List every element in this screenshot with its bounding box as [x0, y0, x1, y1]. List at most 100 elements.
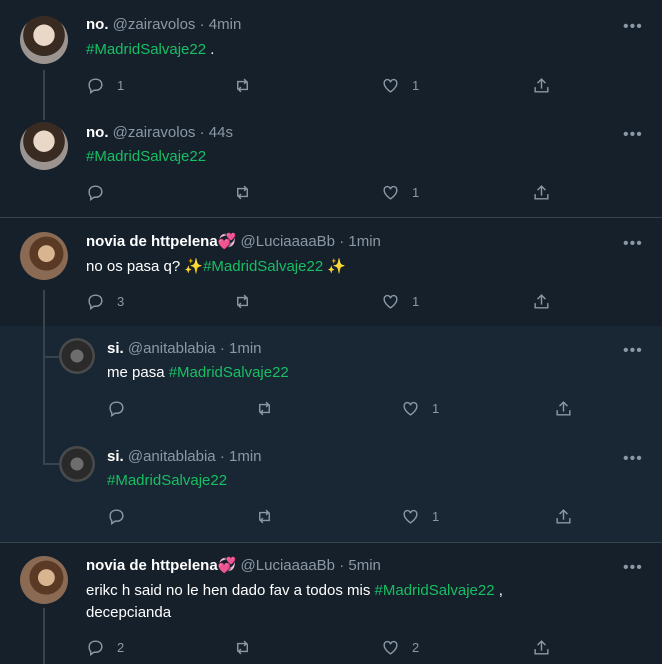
share-button[interactable] [554, 507, 573, 526]
reply-icon [88, 640, 103, 657]
avatar[interactable] [59, 446, 95, 482]
more-icon[interactable]: ••• [623, 127, 643, 143]
like-count: 1 [412, 185, 420, 200]
like-button[interactable]: 1 [381, 76, 419, 95]
reply-button[interactable] [107, 399, 138, 418]
handle[interactable]: @LuciaaaaBb [241, 557, 335, 574]
display-name[interactable]: no. [86, 124, 109, 141]
tweet-header: no. @zairavolos · 44s [86, 123, 233, 143]
reply-icon [88, 78, 103, 95]
tweet-header: novia de httpelena💞 @LuciaaaaBb · 5min [86, 556, 381, 576]
display-name[interactable]: si. [107, 448, 124, 465]
like-count: 1 [412, 294, 420, 309]
retweet-button[interactable] [255, 507, 286, 526]
timestamp[interactable]: 5min [348, 557, 381, 574]
timestamp[interactable]: 44s [209, 124, 233, 141]
hashtag-link[interactable]: #MadridSalvaje22 [203, 258, 323, 275]
reply-icon [88, 294, 103, 311]
retweet-button[interactable] [255, 399, 286, 418]
more-icon[interactable]: ••• [623, 560, 643, 576]
share-button[interactable] [532, 638, 551, 657]
like-count: 1 [412, 78, 420, 93]
timestamp[interactable]: 4min [209, 16, 242, 33]
display-name[interactable]: novia de httpelena💞 [86, 557, 236, 574]
tweet[interactable]: novia de httpelena💞 @LuciaaaaBb · 5min •… [0, 543, 662, 664]
reply-icon [109, 509, 124, 526]
avatar[interactable] [20, 122, 68, 170]
tweet-text: erikc h said no le hen dado fav a todos … [86, 581, 503, 601]
like-button[interactable]: 1 [401, 399, 439, 418]
tweet-text-prefix: me pasa [107, 364, 169, 381]
more-icon[interactable]: ••• [623, 236, 643, 252]
timestamp[interactable]: 1min [348, 233, 381, 250]
tweet-text: no os pasa q? ✨#MadridSalvaje22 ✨ [86, 257, 346, 277]
more-icon[interactable]: ••• [623, 19, 643, 35]
tweet-header: si. @anitablabia · 1min [107, 339, 262, 359]
like-button[interactable]: 1 [381, 292, 419, 311]
reply-count: 3 [117, 294, 125, 309]
display-name[interactable]: novia de httpelena💞 [86, 233, 236, 250]
avatar[interactable] [20, 556, 68, 604]
hashtag-link[interactable]: #MadridSalvaje22 [169, 364, 289, 381]
reply-button[interactable] [86, 183, 117, 202]
like-icon [383, 294, 398, 309]
reply-button[interactable]: 1 [86, 76, 124, 95]
tweet-text-prefix: no os pasa q? ✨ [86, 258, 204, 275]
tweet-text-suffix: . [206, 41, 215, 58]
timestamp[interactable]: 1min [229, 448, 262, 465]
hashtag-link[interactable]: #MadridSalvaje22 [375, 582, 495, 599]
retweet-button[interactable] [233, 292, 264, 311]
tweet[interactable]: novia de httpelena💞 @LuciaaaaBb · 1min •… [0, 218, 662, 326]
avatar[interactable] [59, 338, 95, 374]
handle[interactable]: @zairavolos [113, 16, 196, 33]
reply-button[interactable]: 2 [86, 638, 124, 657]
handle[interactable]: @zairavolos [113, 124, 196, 141]
like-icon [383, 640, 398, 655]
reply-button[interactable]: 3 [86, 292, 124, 311]
like-count: 1 [432, 401, 440, 416]
tweet[interactable]: no. @zairavolos · 4min ••• #MadridSalvaj… [0, 0, 662, 110]
tweet-text-suffix: , [494, 582, 503, 599]
tweet-reply[interactable]: si. @anitablabia · 1min ••• me pasa #Mad… [0, 326, 662, 434]
tweet-header: si. @anitablabia · 1min [107, 447, 262, 467]
display-name[interactable]: si. [107, 340, 124, 357]
retweet-button[interactable] [233, 638, 264, 657]
share-button[interactable] [532, 76, 551, 95]
retweet-button[interactable] [233, 183, 264, 202]
share-button[interactable] [532, 292, 551, 311]
avatar[interactable] [20, 16, 68, 64]
tweet-text-prefix: erikc h said no le hen dado fav a todos … [86, 582, 375, 599]
like-count: 2 [412, 640, 420, 655]
display-name[interactable]: no. [86, 16, 109, 33]
tweet-header: no. @zairavolos · 4min [86, 15, 241, 35]
like-button[interactable]: 1 [401, 507, 439, 526]
hashtag-link[interactable]: #MadridSalvaje22 [86, 148, 206, 165]
handle[interactable]: @anitablabia [128, 340, 216, 357]
like-button[interactable]: 2 [381, 638, 419, 657]
tweet-text: #MadridSalvaje22 . [86, 40, 214, 60]
like-button[interactable]: 1 [381, 183, 419, 202]
more-icon[interactable]: ••• [623, 451, 643, 467]
timestamp[interactable]: 1min [229, 340, 262, 357]
more-icon[interactable]: ••• [623, 343, 643, 359]
tweet-text-suffix: ✨ [323, 258, 347, 275]
share-icon [556, 509, 571, 524]
hashtag-link[interactable]: #MadridSalvaje22 [86, 41, 206, 58]
share-button[interactable] [554, 399, 573, 418]
tweet-text: #MadridSalvaje22 [107, 471, 227, 491]
retweet-icon [237, 185, 248, 200]
separator: · [219, 448, 225, 465]
handle[interactable]: @anitablabia [128, 448, 216, 465]
tweet-text: me pasa #MadridSalvaje22 [107, 363, 289, 383]
handle[interactable]: @LuciaaaaBb [241, 233, 335, 250]
share-icon [534, 640, 549, 655]
tweet[interactable]: no. @zairavolos · 44s ••• #MadridSalvaje… [0, 110, 662, 217]
avatar[interactable] [20, 232, 68, 280]
share-icon [534, 185, 549, 200]
share-button[interactable] [532, 183, 551, 202]
retweet-button[interactable] [233, 76, 264, 95]
tweet-reply[interactable]: si. @anitablabia · 1min ••• #MadridSalva… [0, 434, 662, 542]
hashtag-link[interactable]: #MadridSalvaje22 [107, 472, 227, 489]
retweet-icon [259, 509, 270, 524]
reply-button[interactable] [107, 507, 138, 526]
